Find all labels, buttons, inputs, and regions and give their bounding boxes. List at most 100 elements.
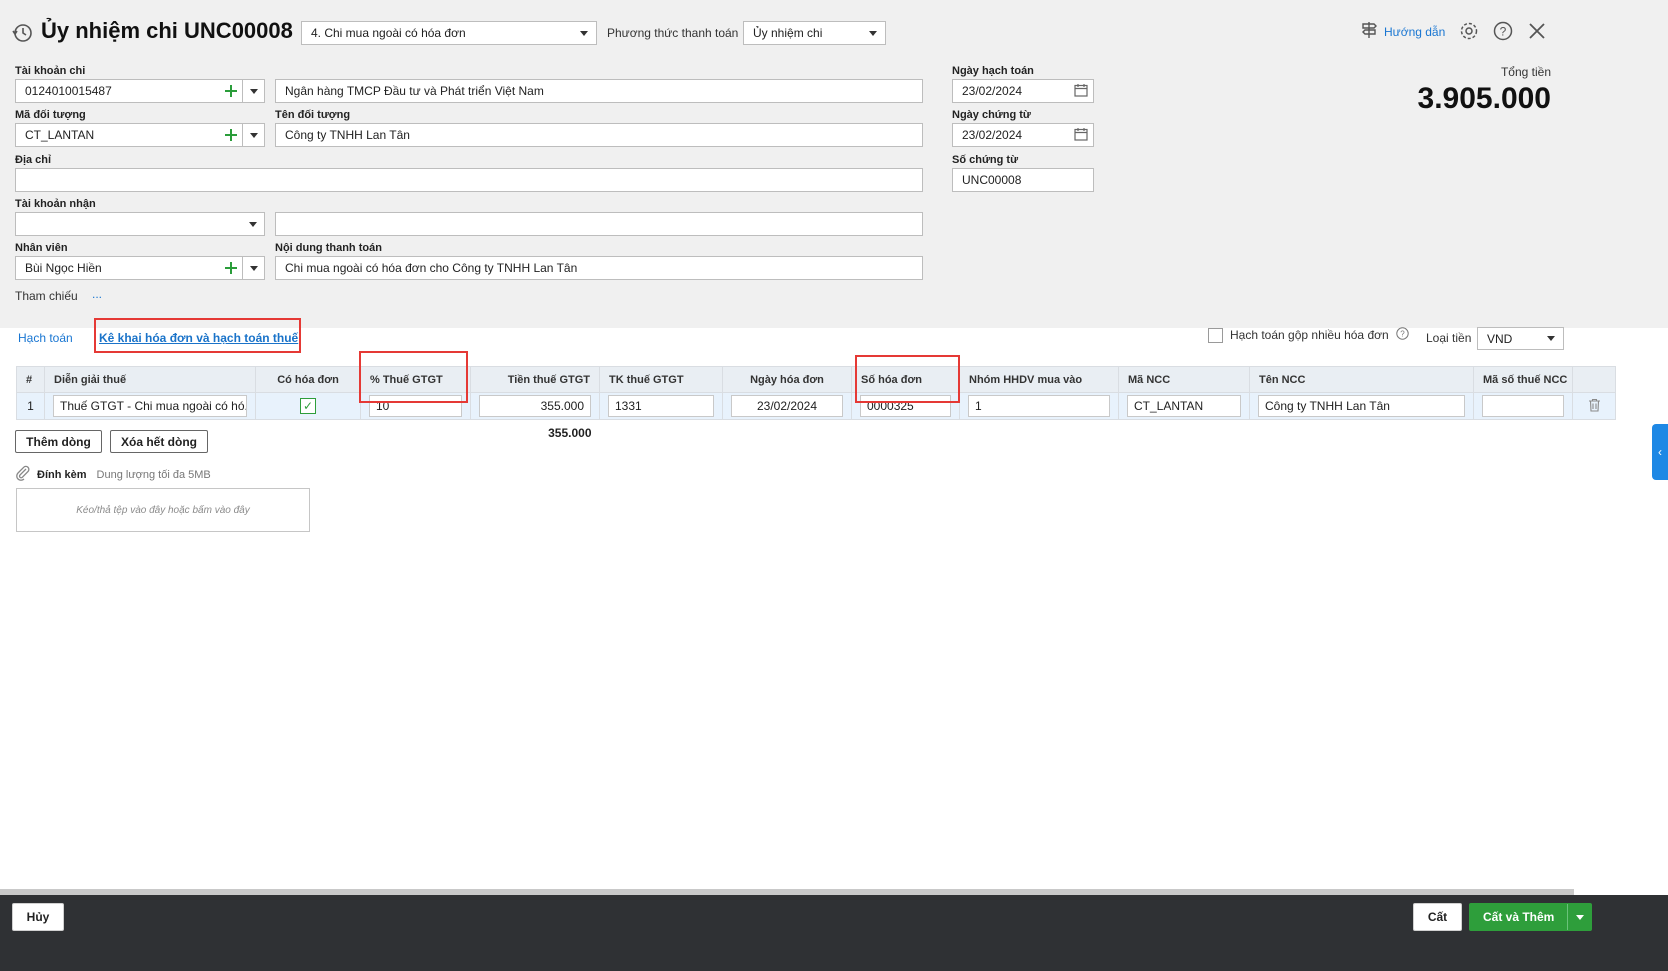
vat-account-input[interactable]: 1331: [608, 395, 714, 417]
history-icon[interactable]: [11, 22, 33, 44]
receive-account-value: [16, 213, 242, 235]
payment-method-value: Ủy nhiệm chi: [753, 26, 823, 40]
cell-vat-account[interactable]: 1331: [599, 392, 723, 420]
col-header-supplier-code: Mã NCC: [1118, 366, 1250, 393]
receive-account-combo[interactable]: [15, 212, 265, 236]
svg-text:?: ?: [1500, 25, 1507, 39]
chevron-down-icon[interactable]: [242, 213, 264, 235]
voucher-date-value: 23/02/2024: [962, 128, 1023, 142]
calendar-icon[interactable]: [1074, 127, 1088, 144]
total-amount: 3.905.000: [1417, 82, 1551, 115]
close-icon[interactable]: [1528, 22, 1546, 43]
signpost-icon: [1360, 21, 1378, 42]
trash-icon[interactable]: [1588, 398, 1601, 415]
merge-invoices-option[interactable]: Hạch toán gộp nhiều hóa đơn ?: [1208, 327, 1409, 343]
delete-rows-button[interactable]: Xóa hết dòng: [110, 430, 208, 453]
chevron-down-icon[interactable]: [1567, 904, 1591, 930]
voucher-date-field[interactable]: 23/02/2024: [952, 123, 1094, 147]
attachment-dropzone[interactable]: Kéo/thả tệp vào đây hoặc bấm vào đây: [16, 488, 310, 532]
cell-supplier-name[interactable]: Công ty TNHH Lan Tân: [1249, 392, 1474, 420]
calendar-icon[interactable]: [1074, 83, 1088, 100]
total-row-spacer: [600, 420, 1616, 446]
help-icon[interactable]: ?: [1493, 21, 1513, 44]
add-icon[interactable]: [220, 80, 242, 102]
add-icon[interactable]: [220, 257, 242, 279]
object-code-combo[interactable]: CT_LANTAN: [15, 123, 265, 147]
address-field[interactable]: [15, 168, 923, 192]
account-combo[interactable]: 0124010015487: [15, 79, 265, 103]
side-panel-toggle[interactable]: ‹: [1652, 424, 1668, 480]
help-icon[interactable]: ?: [1395, 327, 1409, 343]
merge-invoices-checkbox[interactable]: [1208, 327, 1223, 343]
add-icon[interactable]: [220, 124, 242, 146]
voucher-type-select[interactable]: 4. Chi mua ngoài có hóa đơn: [301, 21, 597, 45]
object-name-label: Tên đối tượng: [275, 109, 351, 121]
payment-method-select[interactable]: Ủy nhiệm chi: [743, 21, 886, 45]
currency-value: VND: [1487, 331, 1513, 346]
posting-date-value: 23/02/2024: [962, 84, 1023, 98]
posting-date-label: Ngày hạch toán: [952, 65, 1034, 77]
currency-select[interactable]: VND: [1477, 327, 1564, 350]
supplier-code-input[interactable]: CT_LANTAN: [1127, 395, 1241, 417]
guide-link[interactable]: Hướng dẫn: [1360, 21, 1445, 42]
page-title: Ủy nhiệm chi UNC00008: [41, 18, 293, 43]
posting-date-field[interactable]: 23/02/2024: [952, 79, 1094, 103]
content-label: Nội dung thanh toán: [275, 242, 382, 254]
bank-name-field[interactable]: Ngân hàng TMCP Đầu tư và Phát triển Việt…: [275, 79, 923, 103]
table-header-row: # Diễn giải thuế Có hóa đơn % Thuế GTGT …: [16, 366, 1616, 393]
guide-label: Hướng dẫn: [1384, 24, 1446, 39]
content-field[interactable]: Chi mua ngoài có hóa đơn cho Công ty TNH…: [275, 256, 923, 280]
total-vat: 355.000: [548, 425, 592, 440]
attachment-header: Đính kèm Dung lượng tối đa 5MB: [15, 465, 211, 484]
cell-goods-group[interactable]: 1: [959, 392, 1119, 420]
supplier-name-input[interactable]: Công ty TNHH Lan Tân: [1258, 395, 1465, 417]
chevron-down-icon[interactable]: [242, 124, 264, 146]
attachment-hint: Dung lượng tối đa 5MB: [96, 468, 211, 481]
cell-no: 1: [16, 392, 45, 420]
chevron-down-icon[interactable]: [242, 80, 264, 102]
table-row[interactable]: 1 Thuế GTGT - Chi mua ngoài có hó... ✓ 1…: [16, 392, 1616, 420]
chevron-down-icon: [580, 30, 588, 36]
desc-input[interactable]: Thuế GTGT - Chi mua ngoài có hó...: [53, 395, 247, 417]
reference-label: Tham chiếu: [15, 289, 78, 303]
employee-combo[interactable]: Bùi Ngọc Hiền: [15, 256, 265, 280]
address-label: Địa chỉ: [15, 154, 52, 166]
cell-delete[interactable]: [1572, 392, 1616, 420]
supplier-tax-input[interactable]: [1482, 395, 1564, 417]
chevron-down-icon[interactable]: [242, 257, 264, 279]
goods-group-input[interactable]: 1: [968, 395, 1110, 417]
cell-supplier-code[interactable]: CT_LANTAN: [1118, 392, 1250, 420]
paperclip-icon: [15, 465, 31, 484]
cell-desc[interactable]: Thuế GTGT - Chi mua ngoài có hó...: [44, 392, 256, 420]
settings-icon[interactable]: [1459, 21, 1479, 44]
save-and-add-button[interactable]: Cất và Thêm: [1469, 903, 1592, 931]
col-header-has-invoice: Có hóa đơn: [255, 366, 361, 393]
highlight-invoice-no: [855, 355, 960, 403]
receive-bank-field[interactable]: [275, 212, 923, 236]
tab-accounting[interactable]: Hạch toán: [18, 331, 73, 345]
col-header-goods-group: Nhóm HHDV mua vào: [959, 366, 1119, 393]
tax-invoice-table: # Diễn giải thuế Có hóa đơn % Thuế GTGT …: [16, 366, 1616, 446]
cell-vat-amount[interactable]: 355.000: [470, 392, 600, 420]
cell-has-invoice[interactable]: ✓: [255, 392, 361, 420]
vat-amount-input[interactable]: 355.000: [479, 395, 591, 417]
col-header-supplier-name: Tên NCC: [1249, 366, 1474, 393]
cancel-button[interactable]: Hủy: [12, 903, 64, 931]
cell-invoice-date[interactable]: 23/02/2024: [722, 392, 852, 420]
voucher-date-label: Ngày chứng từ: [952, 109, 1031, 121]
add-row-button[interactable]: Thêm dòng: [15, 430, 102, 453]
voucher-no-field[interactable]: UNC00008: [952, 168, 1094, 192]
svg-text:?: ?: [1400, 330, 1405, 339]
receive-account-label: Tài khoản nhận: [15, 198, 96, 210]
save-button[interactable]: Cất: [1413, 903, 1462, 931]
cell-supplier-tax[interactable]: [1473, 392, 1573, 420]
reference-link[interactable]: ...: [92, 287, 102, 301]
chevron-left-icon: ‹: [1658, 445, 1662, 459]
account-label: Tài khoản chi: [15, 65, 86, 77]
col-header-desc: Diễn giải thuế: [44, 366, 256, 393]
employee-label: Nhân viên: [15, 242, 68, 254]
object-name-field[interactable]: Công ty TNHH Lan Tân: [275, 123, 923, 147]
invoice-date-input[interactable]: 23/02/2024: [731, 395, 843, 417]
has-invoice-checkbox[interactable]: ✓: [300, 398, 316, 414]
chevron-down-icon: [1547, 336, 1555, 341]
